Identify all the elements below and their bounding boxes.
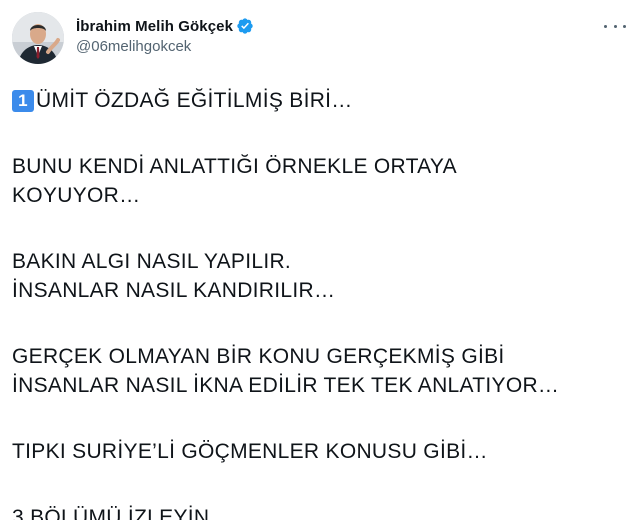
tweet-line: BUNU KENDİ ANLATTIĞI ÖRNEKLE ORTAYA [12,155,457,178]
avatar-photo-icon [12,12,64,64]
tweet-line: BAKIN ALGI NASIL YAPILIR. [12,250,292,273]
tweet-line: TIPKI SURİYE’Lİ GÖÇMENLER KONUSU GİBİ… [12,440,488,463]
tweet-line: 3 BÖLÜMÜ İZLEYİN. [12,506,216,520]
more-options-icon[interactable] [604,18,626,34]
tweet-line: İNSANLAR NASIL KANDIRILIR… [12,279,336,302]
tweet-card: İbrahim Melih Gökçek @06melihgokcek 1 ÜMİ… [0,0,640,520]
more-dot [623,24,626,28]
tweet-text: 1 ÜMİT ÖZDAĞ EĞİTİLMİŞ BİRİ… BUNU KENDİ A… [12,86,628,520]
tweet-line: 1 ÜMİT ÖZDAĞ EĞİTİLMİŞ BİRİ… [12,86,628,115]
keycap-one-emoji: 1 [12,89,34,112]
verified-badge-icon [236,17,254,35]
author-name-row: İbrahim Melih Gökçek [76,16,556,36]
tweet-line-text: ÜMİT ÖZDAĞ EĞİTİLMİŞ BİRİ… [36,89,353,112]
tweet-line: İNSANLAR NASIL İKNA EDİLİR TEK TEK ANLAT… [12,374,560,397]
tweet-header: İbrahim Melih Gökçek @06melihgokcek [76,16,556,55]
author-avatar[interactable] [12,12,64,64]
more-dot [604,24,607,28]
author-display-name[interactable]: İbrahim Melih Gökçek [76,18,233,35]
tweet-line: GERÇEK OLMAYAN BİR KONU GERÇEKMİŞ GİBİ [12,345,505,368]
more-dot [613,24,617,28]
author-handle[interactable]: @06melihgokcek [76,38,556,55]
tweet-line: KOYUYOR… [12,184,141,207]
